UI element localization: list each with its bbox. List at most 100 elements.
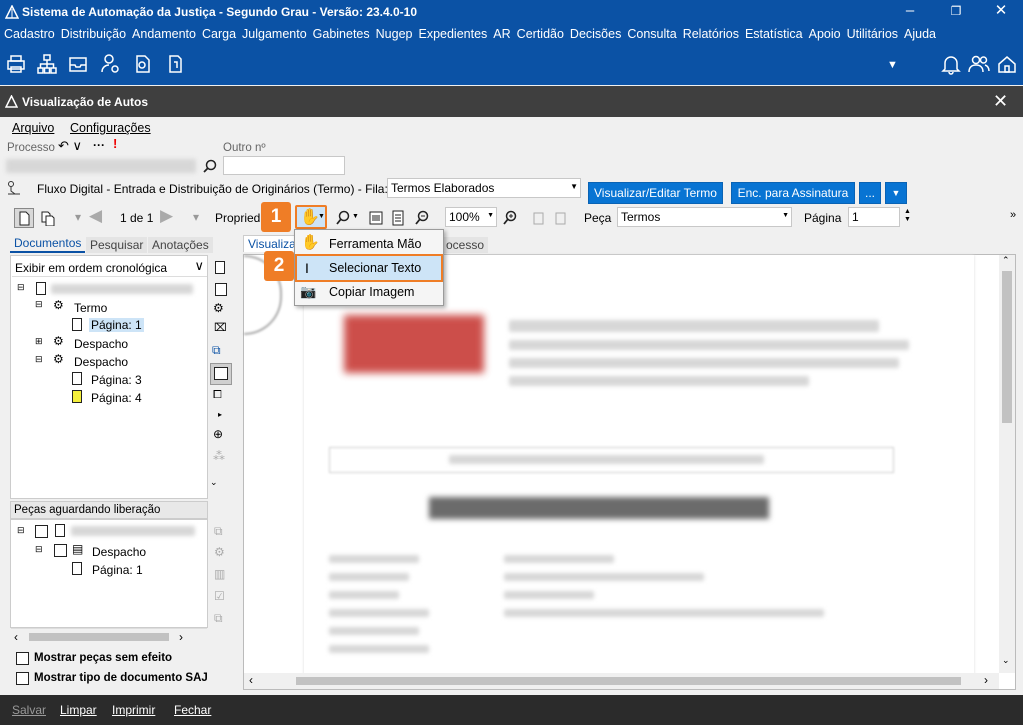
scroll-left-icon[interactable]: ‹ [249,673,253,687]
scroll-right-icon[interactable]: › [984,673,988,687]
first-page-icon[interactable]: ▾ [75,210,81,224]
menu-item-1[interactable]: Distribuição [58,24,129,44]
prev-page-icon[interactable]: ◀ [89,206,102,226]
order-select[interactable]: Exibir em ordem cronológica ∨ [12,258,207,277]
search-icon[interactable] [203,159,217,173]
seal-icon[interactable]: ⚙ [214,545,225,559]
processo-node[interactable] [51,284,193,294]
doc-move-icon[interactable]: ⧠ [213,389,222,402]
tree-pagina-1[interactable]: Página: 1 [89,318,144,332]
doc-tree-icon[interactable] [215,261,225,274]
add-note-icon[interactable]: ⊕ [213,427,223,441]
scroll-down-icon[interactable]: ⌄ [210,477,218,488]
fechar-button[interactable]: Fechar [174,703,211,717]
undo-icon[interactable]: ↶ ∨ [58,138,82,154]
zoom-out-icon[interactable] [414,210,430,226]
inbox-icon[interactable] [67,53,89,75]
tree-termo[interactable]: Termo [74,301,107,315]
menu-item-copiar-imagem[interactable]: 📷 Copiar Imagem [295,280,443,304]
peca-select[interactable]: Termos ▼ [617,207,792,227]
menu-item-14[interactable]: Apoio [806,24,844,44]
viewer-vscrollbar[interactable]: ⌃ ⌄ [999,255,1015,673]
menu-item-9[interactable]: Certidão [514,24,567,44]
zoom-select[interactable]: 100% ▼ [445,207,497,227]
tab-anotacoes[interactable]: Anotações [148,237,213,253]
window-close-icon[interactable]: ✕ [993,91,1008,112]
menu-item-5[interactable]: Gabinetes [310,24,373,44]
menu-item-6[interactable]: Nugep [373,24,416,44]
document-search-icon[interactable] [132,53,154,75]
viewer-hscrollbar[interactable]: ‹ › [244,673,999,689]
release-icon[interactable]: ⧉ [214,524,223,539]
limpar-button[interactable]: Limpar [60,703,97,717]
printer-icon[interactable] [5,53,27,75]
queue-select[interactable]: Termos Elaborados ▼ [387,178,581,198]
processo-input[interactable] [6,159,196,173]
menu-item-15[interactable]: Utilitários [844,24,901,44]
last-page-icon[interactable]: ▾ [193,210,199,224]
menu-item-10[interactable]: Decisões [567,24,624,44]
restore-icon[interactable]: ❐ [933,0,979,24]
menu-item-13[interactable]: Estatística [742,24,806,44]
zoom-in-icon[interactable] [502,210,518,226]
visualizar-termo-button[interactable]: Visualizar/Editar Termo [588,182,723,204]
collapse-icon[interactable]: ⊟ [35,354,43,365]
approve-icon[interactable]: ☑ [214,589,225,603]
collapse-icon[interactable]: ⊟ [35,299,43,310]
rotate-right-icon[interactable] [553,210,569,226]
tree-pagina-3[interactable]: Página: 3 [91,373,142,387]
doc-remove-icon[interactable]: ⌧ [214,321,227,334]
zoom-tool-icon[interactable] [335,210,351,226]
copy-icon[interactable]: ⧉ [214,611,223,626]
menu-item-7[interactable]: Expedientes [415,24,490,44]
users-icon[interactable] [968,53,990,75]
pending-processo-node[interactable] [71,526,195,536]
menu-item-16[interactable]: Ajuda [901,24,939,44]
imprimir-button[interactable]: Imprimir [112,703,155,717]
menu-item-3[interactable]: Carga [199,24,239,44]
propried-button[interactable]: Propried [215,211,260,225]
page-view-icon[interactable] [14,208,34,228]
collapse-icon[interactable]: ⊟ [17,525,25,536]
tree-pagina-4[interactable]: Página: 4 [91,391,142,405]
annotation-icon[interactable] [210,363,232,385]
tree-despacho-2[interactable]: Despacho [74,355,128,369]
menu-item-selecionar-texto[interactable]: I Selecionar Texto [295,254,443,282]
tab-documentos[interactable]: Documentos [10,235,86,253]
toolbar-dropdown-icon[interactable]: ▼ [887,59,898,71]
scroll-right-icon[interactable]: › [179,630,183,644]
menu-item-ferramenta-mao[interactable]: ✋ Ferramenta Mão [295,232,443,256]
doc-compare-icon[interactable]: ⧉ [212,343,221,358]
minimize-icon[interactable]: – [887,0,933,24]
tipo-doc-checkbox[interactable] [16,672,29,685]
expand-icon[interactable]: ▼ [885,182,907,204]
expand-icon[interactable]: ⊞ [35,336,43,347]
seal-icon[interactable]: ⚙ [213,301,224,315]
scroll-up-icon[interactable]: ⌃ [1002,255,1010,266]
hand-tool-button[interactable]: ✋ ▼ [295,205,327,229]
multi-page-icon[interactable] [39,210,55,226]
fit-width-icon[interactable] [368,210,384,226]
home-icon[interactable] [996,53,1018,75]
scroll-left-icon[interactable]: ‹ [14,630,18,644]
collapse-icon[interactable]: ⊟ [17,282,25,293]
menu-item-4[interactable]: Julgamento [239,24,310,44]
user-settings-icon[interactable] [100,53,122,75]
menu-arquivo[interactable]: Arquivo [12,121,54,135]
fit-page-icon[interactable] [390,210,406,226]
tab-pesquisar[interactable]: Pesquisar [86,237,148,253]
menu-item-12[interactable]: Relatórios [680,24,742,44]
close-icon[interactable]: ✕ [978,0,1023,24]
menu-item-11[interactable]: Consulta [624,24,679,44]
scroll-down-icon[interactable]: ⌄ [1002,655,1010,666]
more-icon[interactable]: ··· [93,138,105,152]
outro-input[interactable] [223,156,345,175]
hierarchy-icon[interactable] [36,53,58,75]
pagina-spinner-icon[interactable]: ▲ ▼ [904,208,911,224]
menu-item-8[interactable]: AR [490,24,513,44]
list-icon[interactable]: ▥ [214,567,225,581]
pending-pagina[interactable]: Página: 1 [92,563,143,577]
more-options-button[interactable]: ... [859,182,881,204]
enc-assinatura-button[interactable]: Enc. para Assinatura [731,182,855,204]
bell-icon[interactable] [940,53,962,75]
